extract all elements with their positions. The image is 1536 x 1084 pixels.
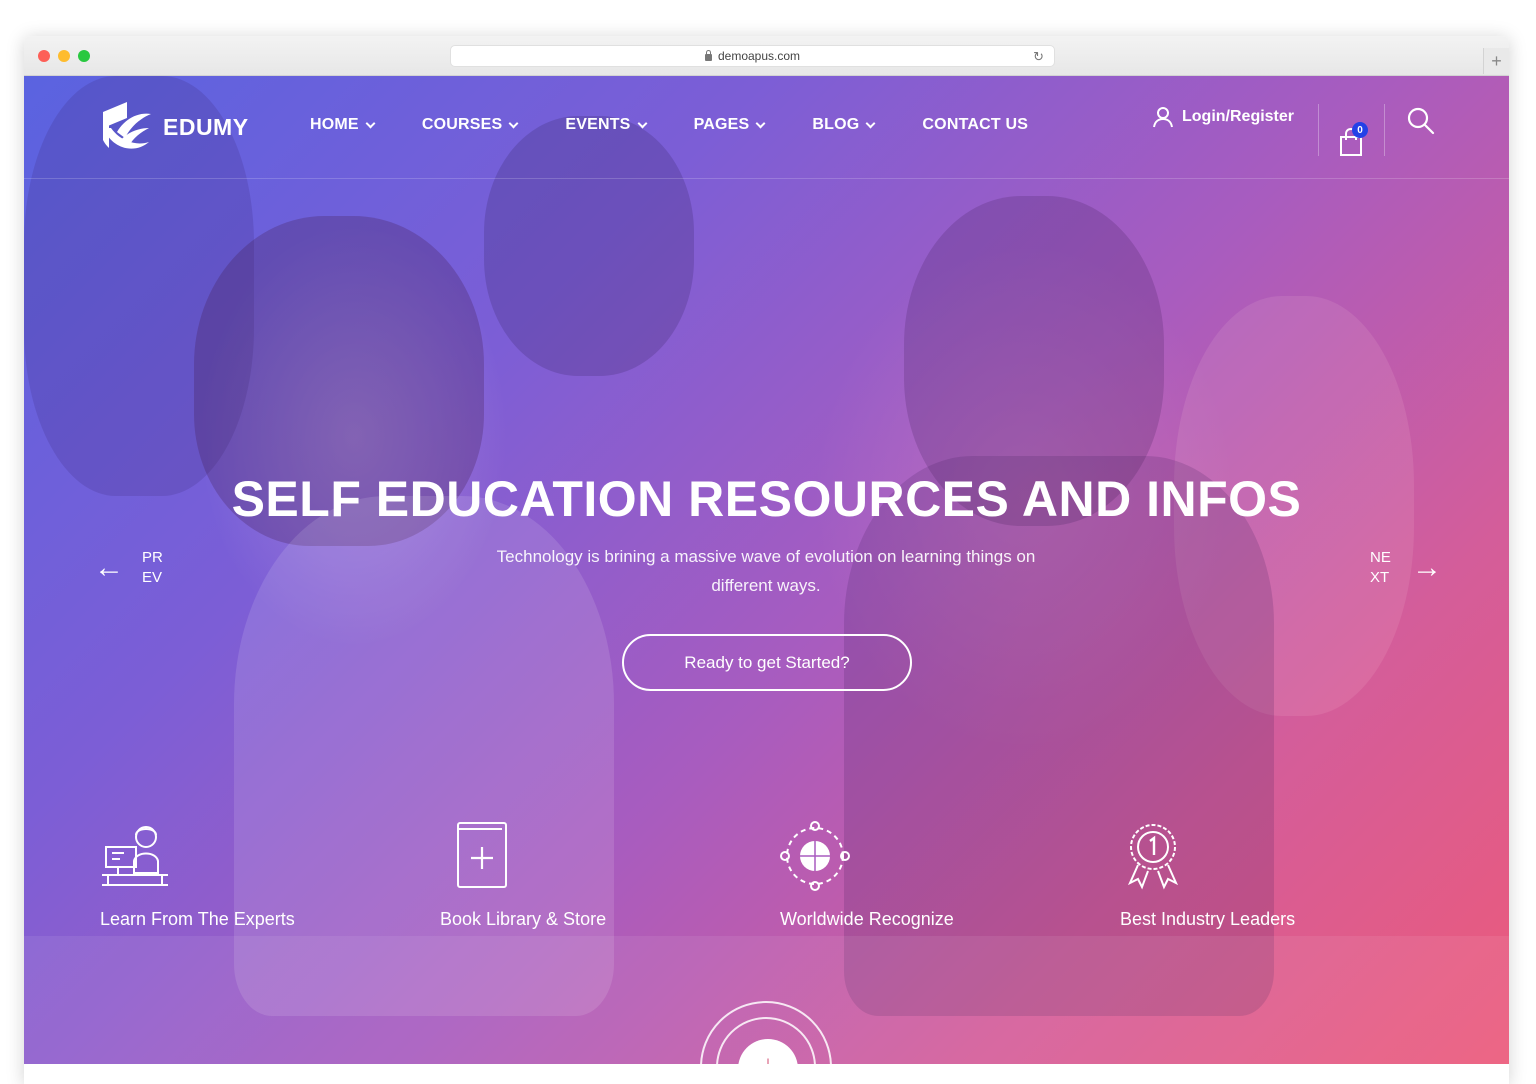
login-register-label: Login/Register — [1182, 108, 1295, 125]
award-medal-icon — [1127, 824, 1179, 890]
chevron-down-icon — [365, 118, 376, 128]
cart-button[interactable]: 0 — [1338, 122, 1368, 158]
slider-next-button[interactable]: NEXT → — [1370, 548, 1442, 588]
cart-count-badge: 0 — [1352, 122, 1368, 138]
expert-desk-icon — [102, 826, 168, 886]
menu-item-label: BLOG — [812, 116, 860, 133]
chevron-down-icon — [755, 118, 766, 128]
menu-item-label: EVENTS — [565, 116, 631, 133]
chevron-down-icon — [508, 118, 519, 128]
search-icon — [1407, 107, 1435, 135]
reload-icon[interactable]: ↻ — [1033, 49, 1044, 65]
menu-item-blog[interactable]: BLOG — [812, 116, 876, 134]
feature-label: Book Library & Store — [440, 909, 607, 929]
menu-item-courses[interactable]: COURSES — [421, 116, 519, 134]
hero-headline: SELF EDUCATION RESOURCES AND INFOS — [231, 471, 1302, 527]
content-section-top — [24, 1064, 1509, 1084]
lock-icon — [704, 49, 712, 61]
feature-label: Best Industry Leaders — [1120, 909, 1296, 929]
arrow-right-icon: → — [1412, 551, 1442, 584]
menu-item-label: PAGES — [693, 116, 750, 133]
feature-label: Worldwide Recognize — [780, 909, 954, 929]
chevron-down-icon — [637, 118, 648, 128]
feature-item[interactable]: Best Industry Leaders — [1120, 821, 1295, 930]
browser-window: demoapus.com ↻ + EDUMY HOME COURSES EVEN… — [24, 36, 1509, 1084]
menu-item-contact-us[interactable]: CONTACT US — [922, 116, 1028, 134]
feature-label: Learn From The Experts — [100, 909, 295, 929]
get-started-button[interactable]: Ready to get Started? — [622, 634, 912, 691]
nav-divider — [1384, 104, 1385, 156]
menu-item-label: CONTACT US — [922, 116, 1029, 133]
hero-slider: EDUMY HOME COURSES EVENTS PAGES BLOG CON… — [24, 76, 1509, 1064]
menu-item-pages[interactable]: PAGES — [693, 116, 766, 134]
edumy-logo-icon — [103, 102, 151, 149]
main-navigation: EDUMY HOME COURSES EVENTS PAGES BLOG CON… — [24, 76, 1509, 179]
feature-item[interactable]: Worldwide Recognize — [780, 821, 954, 930]
slider-prev-button[interactable]: ← PREV — [94, 548, 166, 588]
hero-subtext: Technology is brining a massive wave of … — [496, 547, 1036, 595]
primary-menu: HOME COURSES EVENTS PAGES BLOG CONTACT U… — [310, 116, 1076, 134]
prev-label: PREV — [142, 549, 163, 586]
address-bar[interactable]: demoapus.com ↻ — [450, 45, 1055, 67]
new-tab-button[interactable]: + — [1483, 48, 1509, 74]
url-text: demoapus.com — [717, 49, 801, 63]
close-window-button[interactable] — [38, 50, 50, 62]
maximize-window-button[interactable] — [78, 50, 90, 62]
next-label: NEXT — [1370, 549, 1391, 586]
site-logo[interactable]: EDUMY — [97, 98, 249, 156]
login-register-link[interactable]: Login/Register — [1152, 106, 1294, 128]
menu-item-home[interactable]: HOME — [310, 116, 376, 134]
menu-item-label: COURSES — [421, 116, 503, 133]
background-photo-shape — [844, 456, 1274, 1016]
user-icon — [1153, 107, 1173, 128]
browser-toolbar: demoapus.com ↻ + — [24, 36, 1509, 76]
search-button[interactable] — [1406, 106, 1436, 136]
logo-text: EDUMY — [163, 113, 249, 140]
arrow-left-icon: ← — [94, 551, 124, 584]
book-plus-icon — [457, 822, 507, 888]
menu-item-events[interactable]: EVENTS — [565, 116, 648, 134]
minimize-window-button[interactable] — [58, 50, 70, 62]
globe-network-icon — [780, 821, 850, 891]
nav-divider — [1318, 104, 1319, 156]
menu-item-label: HOME — [310, 116, 359, 133]
feature-item[interactable]: Learn From The Experts — [100, 821, 295, 930]
chevron-down-icon — [865, 118, 876, 128]
feature-item[interactable]: Book Library & Store — [440, 821, 606, 930]
